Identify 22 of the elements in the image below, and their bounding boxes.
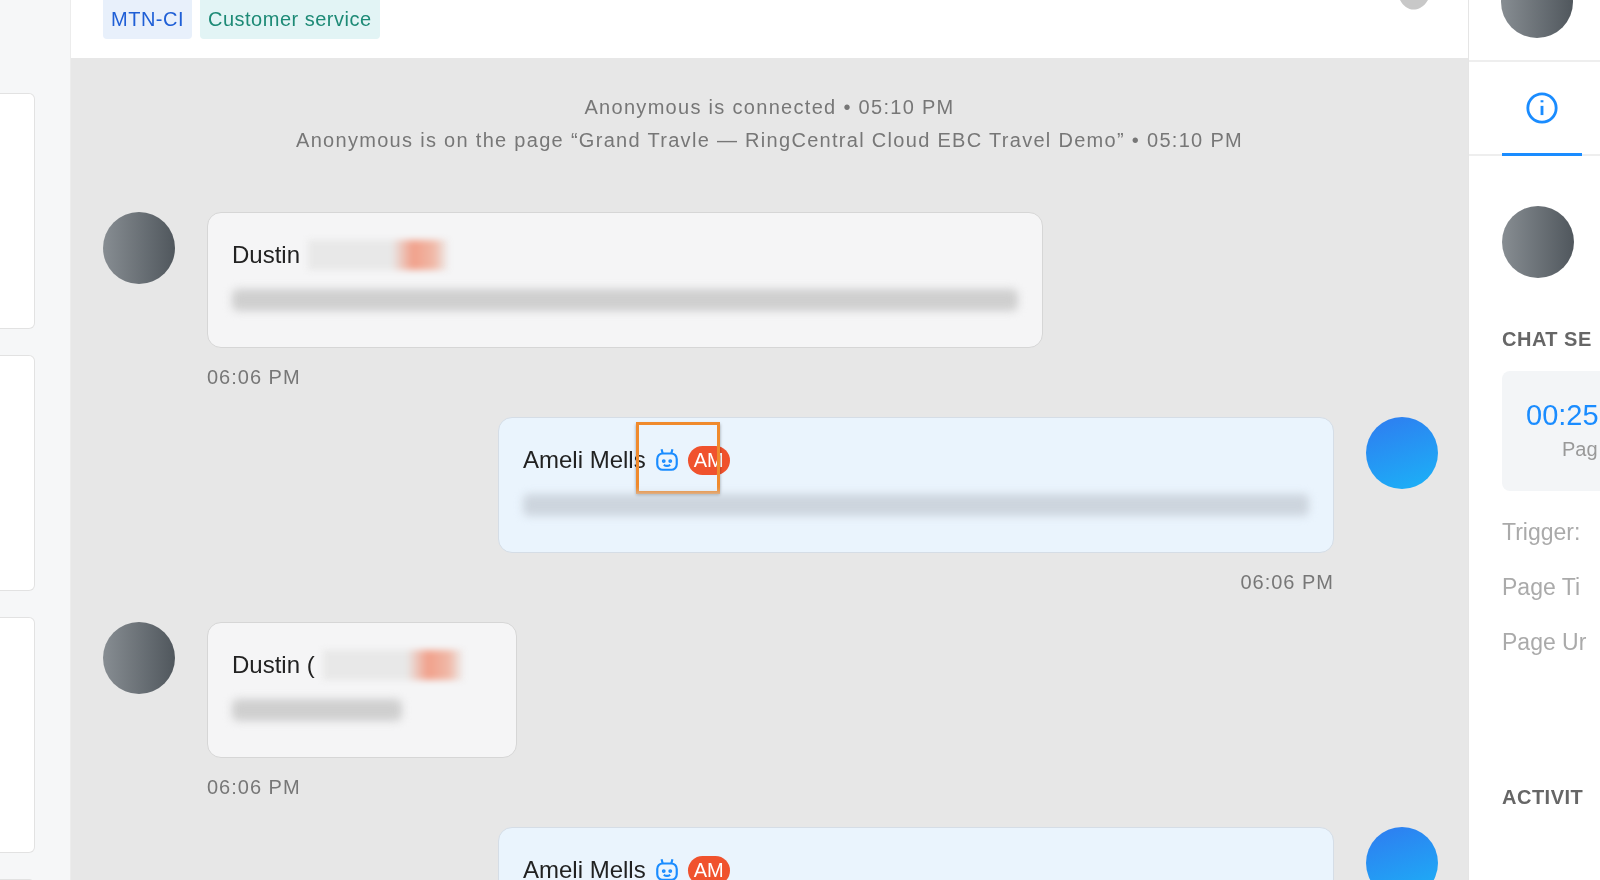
section-title: CHAT SE xyxy=(1502,328,1593,351)
system-message: Anonymous is connected • 05:10 PM xyxy=(584,96,955,119)
tag: Customer service xyxy=(200,0,380,39)
section-title: ACTIVIT xyxy=(1502,786,1585,809)
robot-icon xyxy=(653,448,680,472)
sender-name: Ameli Mells xyxy=(523,856,646,880)
field-label: Page Ti xyxy=(1502,574,1581,601)
initials-badge: AM xyxy=(687,855,730,880)
sender-name: Dustin ( xyxy=(232,651,315,679)
robot-icon xyxy=(653,858,680,880)
field-label: Page Ur xyxy=(1502,629,1588,656)
message-time: 06:06 PM xyxy=(207,776,302,799)
avatar xyxy=(1366,827,1438,880)
system-message: Anonymous is on the page “Grand Travle — RingCentral Cloud EBC Travel Demo” • 05:10 PM xyxy=(296,129,1243,152)
sender-name: Dustin xyxy=(232,241,301,269)
message-time: 06:06 PM xyxy=(1240,571,1334,594)
field-label: Trigger: xyxy=(1502,519,1582,546)
message-time: 06:06 PM xyxy=(207,366,302,389)
info-icon xyxy=(1525,90,1559,125)
timer-value: 00:25 xyxy=(1526,399,1600,432)
timer-label: Pag xyxy=(1561,438,1599,461)
tag: MTN-CI xyxy=(103,0,192,39)
